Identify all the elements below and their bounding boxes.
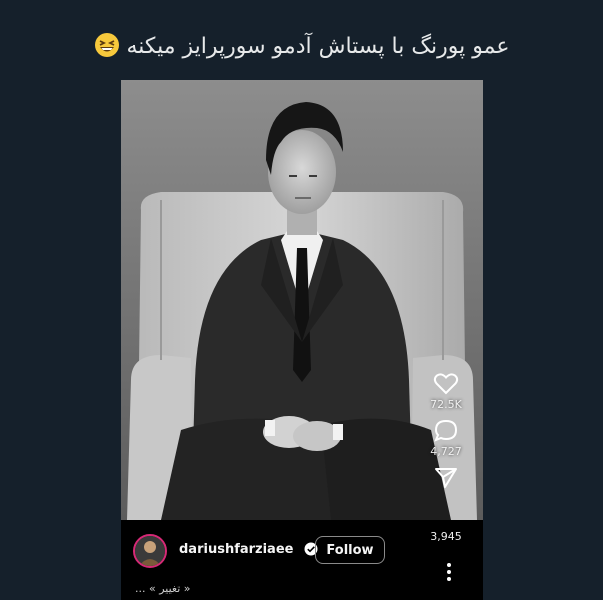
- like-button[interactable]: 72.5K: [419, 372, 473, 411]
- username[interactable]: dariushfarziaee: [179, 542, 293, 557]
- heart-icon: [433, 373, 459, 395]
- share-button[interactable]: [419, 466, 473, 490]
- more-vertical-icon[interactable]: [439, 560, 459, 584]
- comment-bubble-icon: [434, 419, 458, 442]
- grinning-squinting-face-icon: [94, 33, 119, 57]
- reel-card[interactable]: 72.5K 4,727 dariushfarziaee Follow 3,945…: [121, 80, 483, 600]
- comment-count: 4,727: [430, 445, 462, 458]
- tweet-body: عمو پورنگ با پستاش آدمو سورپرایز میکنه: [126, 34, 510, 59]
- avatar-image: [135, 536, 165, 566]
- reel-bottom-bar: dariushfarziaee Follow 3,945 « تغییر » .…: [121, 520, 483, 600]
- follow-button[interactable]: Follow: [315, 536, 385, 564]
- caption: « تغییر » ...: [135, 582, 191, 595]
- paper-plane-icon: [435, 468, 457, 488]
- avatar[interactable]: [133, 534, 167, 568]
- comment-button[interactable]: 4,727: [419, 419, 473, 458]
- tweet-text: عمو پورنگ با پستاش آدمو سورپرایز میکنه: [0, 30, 603, 64]
- like-count: 72.5K: [430, 398, 462, 411]
- share-count: 3,945: [430, 530, 462, 543]
- reel-actions: 72.5K 4,727: [419, 372, 473, 498]
